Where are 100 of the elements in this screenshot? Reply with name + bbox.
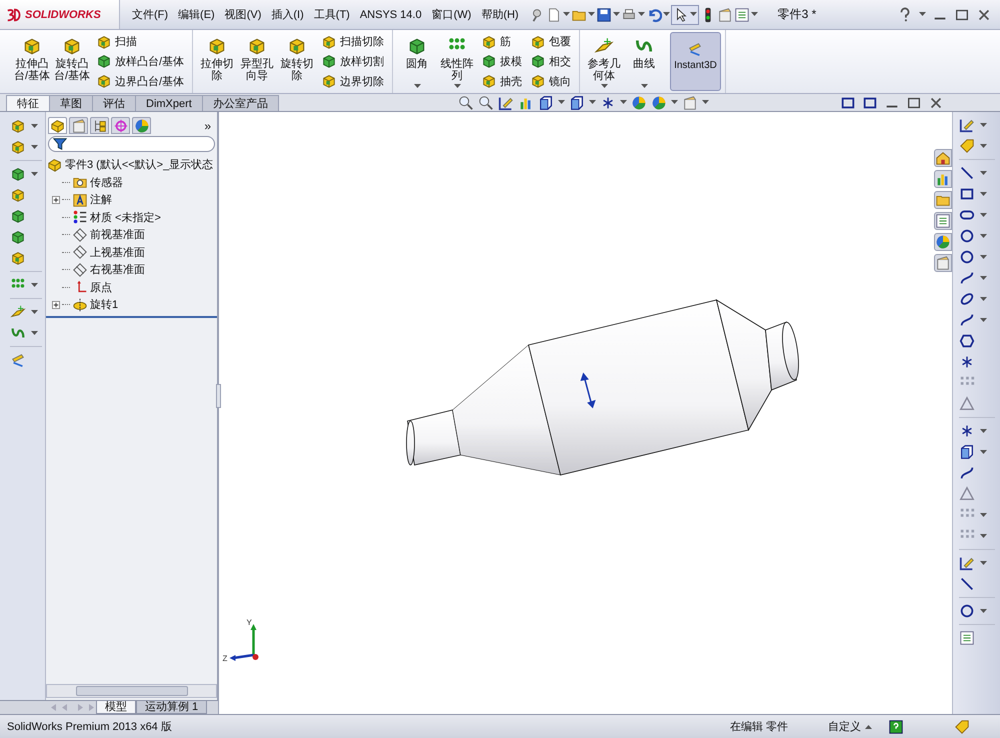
tag-icon[interactable] bbox=[959, 138, 975, 154]
ribbon-button[interactable]: 筋 bbox=[481, 34, 522, 50]
caret-icon[interactable] bbox=[562, 12, 570, 17]
splitter-handle[interactable] bbox=[216, 384, 221, 408]
overflow-button[interactable]: » bbox=[204, 118, 215, 132]
caret-icon[interactable] bbox=[980, 276, 987, 280]
caret-icon[interactable] bbox=[31, 144, 38, 150]
instant3d-button[interactable]: Instant3D bbox=[670, 32, 721, 91]
caret-icon[interactable] bbox=[980, 534, 987, 538]
tab[interactable]: 评估 bbox=[92, 95, 136, 111]
rectangle-icon[interactable] bbox=[959, 186, 975, 202]
horizontal-scrollbar[interactable] bbox=[46, 684, 217, 698]
ribbon-button[interactable]: 旋转切除 bbox=[277, 30, 318, 93]
menu-item[interactable]: 工具(T) bbox=[314, 7, 350, 22]
line-icon[interactable] bbox=[959, 165, 975, 181]
hexagon-icon[interactable] bbox=[959, 333, 975, 349]
menu-item[interactable]: 插入(I) bbox=[271, 7, 304, 22]
tab[interactable]: 模型 bbox=[96, 701, 136, 714]
customize-button[interactable]: 自定义 bbox=[828, 719, 872, 734]
tab[interactable]: 草图 bbox=[49, 95, 93, 111]
ribbon-button[interactable]: 放样凸台/基体 bbox=[96, 53, 184, 70]
text-a-icon[interactable] bbox=[72, 192, 88, 208]
revolve-icon[interactable] bbox=[72, 296, 88, 313]
circle-icon[interactable] bbox=[959, 249, 975, 265]
ruler-icon[interactable] bbox=[10, 352, 26, 368]
clipboard-icon[interactable] bbox=[682, 94, 698, 110]
menu-item[interactable]: 帮助(H) bbox=[481, 7, 519, 22]
tree-item[interactable]: 前视基准面 bbox=[90, 227, 145, 242]
caret-icon[interactable] bbox=[620, 100, 627, 105]
circle-icon[interactable] bbox=[959, 603, 975, 619]
caret-icon[interactable] bbox=[980, 212, 987, 218]
cube-icon[interactable] bbox=[10, 229, 26, 245]
caret-icon[interactable] bbox=[980, 122, 987, 128]
reference-plane-icon[interactable] bbox=[10, 304, 26, 320]
caret-icon[interactable] bbox=[980, 254, 987, 260]
cube-icon[interactable] bbox=[10, 139, 26, 155]
save-icon[interactable] bbox=[596, 6, 612, 22]
spline-icon[interactable] bbox=[959, 312, 975, 328]
ribbon-button[interactable]: 旋转凸台/基体 bbox=[52, 30, 92, 93]
box-icon[interactable] bbox=[959, 444, 975, 460]
cube-icon[interactable] bbox=[10, 166, 26, 182]
caret-icon[interactable] bbox=[980, 192, 987, 196]
caret-icon[interactable] bbox=[980, 560, 987, 566]
plane-icon[interactable] bbox=[72, 244, 88, 260]
task-pane-tab[interactable] bbox=[934, 191, 952, 209]
list-icon[interactable] bbox=[734, 6, 750, 22]
menu-item[interactable]: 文件(F) bbox=[132, 7, 168, 22]
ribbon-button[interactable]: 拔模 bbox=[481, 53, 522, 70]
rectangle-icon[interactable] bbox=[840, 94, 856, 110]
tab[interactable]: 特征 bbox=[6, 95, 50, 111]
caret-icon[interactable] bbox=[31, 172, 38, 176]
task-pane-tab[interactable] bbox=[934, 170, 952, 188]
circle-icon[interactable] bbox=[959, 228, 975, 244]
ribbon-button[interactable]: 圆角 bbox=[397, 30, 438, 93]
tab[interactable]: 运动算例 1 bbox=[136, 701, 208, 714]
tab[interactable]: 办公室产品 bbox=[202, 95, 279, 111]
tree-item[interactable]: 材质 <未指定> bbox=[90, 210, 161, 225]
ribbon-button[interactable]: 扫描 bbox=[96, 34, 184, 50]
triangle-icon[interactable] bbox=[959, 396, 975, 412]
cube-icon[interactable] bbox=[10, 187, 26, 203]
tree-item[interactable]: 注解 bbox=[90, 192, 112, 208]
caret-icon[interactable] bbox=[980, 608, 987, 614]
panel-tab[interactable] bbox=[90, 117, 109, 134]
task-pane-tab[interactable] bbox=[934, 212, 952, 230]
caret-icon[interactable] bbox=[750, 12, 758, 17]
cube-icon[interactable] bbox=[10, 208, 26, 224]
spline-icon[interactable] bbox=[959, 270, 975, 286]
graphics-viewport[interactable]: Y Z bbox=[218, 112, 952, 714]
caret-icon[interactable] bbox=[919, 12, 926, 17]
list-icon[interactable] bbox=[959, 630, 975, 646]
cube-icon[interactable] bbox=[10, 250, 26, 266]
menu-item[interactable]: ANSYS 14.0 bbox=[360, 7, 422, 22]
panel-tab[interactable] bbox=[69, 117, 88, 134]
color-ball-icon[interactable] bbox=[630, 94, 647, 110]
ribbon-button[interactable]: 曲线 bbox=[624, 30, 664, 93]
line-icon[interactable] bbox=[959, 576, 975, 592]
spline-icon[interactable] bbox=[959, 465, 975, 481]
material-icon[interactable] bbox=[72, 209, 88, 226]
caret-icon[interactable] bbox=[31, 124, 38, 128]
caret-icon[interactable] bbox=[638, 12, 645, 17]
plane-icon[interactable] bbox=[72, 226, 88, 243]
caret-icon[interactable] bbox=[980, 170, 987, 176]
ribbon-button[interactable]: 放样切割 bbox=[321, 53, 384, 70]
filter-field[interactable] bbox=[48, 136, 215, 152]
caret-icon[interactable] bbox=[662, 12, 670, 17]
clipboard-icon[interactable] bbox=[716, 6, 733, 22]
ribbon-button[interactable]: 镜向 bbox=[530, 73, 572, 90]
task-pane-tab[interactable] bbox=[934, 254, 952, 272]
caret-icon[interactable] bbox=[31, 310, 38, 314]
panel-tab[interactable] bbox=[132, 117, 151, 134]
sketch-pencil-icon[interactable] bbox=[959, 117, 975, 133]
tree-item[interactable]: 传感器 bbox=[90, 174, 123, 190]
tree-item[interactable]: 上视基准面 bbox=[90, 244, 145, 260]
ribbon-button[interactable]: 相交 bbox=[530, 53, 572, 70]
panel-tab[interactable] bbox=[48, 117, 67, 134]
ribbon-button[interactable]: 线性阵列 bbox=[437, 30, 478, 93]
caret-icon[interactable] bbox=[980, 296, 987, 302]
caret-icon[interactable] bbox=[31, 282, 38, 288]
expand-icon[interactable] bbox=[52, 300, 60, 309]
tag-icon[interactable] bbox=[954, 718, 970, 734]
